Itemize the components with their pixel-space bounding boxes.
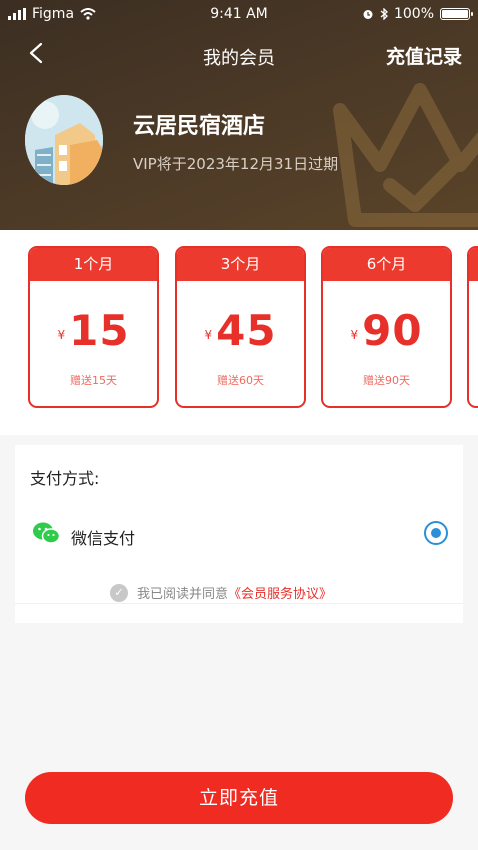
status-bar: Figma 9:41 AM 100% (0, 0, 478, 30)
hotel-avatar (25, 95, 103, 185)
payment-section: 支付方式: 微信支付 ✓ 我已阅读并同意 《会员服务协议》 (15, 445, 463, 623)
agreement-checkbox[interactable]: ✓ (110, 583, 128, 602)
building-illustration-icon (25, 95, 103, 185)
plan-duration: 3个月 (177, 248, 304, 281)
currency-symbol: ¥ (57, 328, 66, 342)
vip-expire-text: VIP将于2023年12月31日过期 (133, 155, 339, 173)
battery-icon (440, 8, 473, 20)
plan-duration: 1个月 (30, 248, 157, 281)
plan-card-3-months[interactable]: 3个月 ¥45 赠送60天 (175, 246, 306, 408)
wechat-pay-label: 微信支付 (71, 529, 136, 548)
plan-price: ¥90 (323, 306, 450, 355)
currency-symbol: ¥ (350, 328, 359, 342)
recharge-now-button[interactable]: 立即充值 (25, 772, 453, 824)
plan-price-value: 45 (216, 306, 277, 355)
plan-price-value: 15 (69, 306, 130, 355)
plan-gift: 赠送60天 (217, 374, 264, 387)
wechat-pay-icon (33, 522, 60, 544)
recharge-history-link[interactable]: 充值记录 (386, 42, 462, 69)
currency-symbol: ¥ (204, 328, 213, 342)
plan-card-1-month[interactable]: 1个月 ¥15 赠送15天 (28, 246, 159, 408)
plan-card-6-months[interactable]: 6个月 ¥90 赠送90天 (321, 246, 452, 408)
plan-duration: 6个月 (323, 248, 450, 281)
bluetooth-icon (380, 8, 388, 20)
app-screen: Figma 9:41 AM 100% 我的会员 充值记录 云居民宿酒店 VIP将… (0, 0, 478, 850)
member-header: Figma 9:41 AM 100% 我的会员 充值记录 云居民宿酒店 VIP将… (0, 0, 478, 230)
plan-price: ¥45 (177, 306, 304, 355)
crown-watermark-icon (333, 83, 478, 227)
plan-list: 1个月 ¥15 赠送15天 3个月 ¥45 赠送60天 6个月 ¥90 赠送90… (0, 230, 478, 435)
service-agreement-link[interactable]: 《会员服务协议》 (228, 583, 332, 602)
agreement-row: ✓ 我已阅读并同意 《会员服务协议》 (110, 583, 332, 602)
agreement-text: 我已阅读并同意 (137, 587, 229, 602)
plan-card-partial[interactable] (467, 246, 478, 408)
plan-price-value: 90 (362, 306, 423, 355)
divider (15, 603, 463, 604)
plan-gift: 赠送90天 (363, 374, 410, 387)
hotel-name: 云居民宿酒店 (133, 114, 266, 139)
plan-gift: 赠送15天 (70, 374, 117, 387)
plan-price: ¥15 (30, 306, 157, 355)
battery-percent: 100% (393, 6, 434, 22)
alarm-icon (363, 10, 373, 19)
wechat-pay-radio[interactable] (424, 521, 448, 545)
nav-bar: 我的会员 充值记录 (0, 34, 478, 74)
payment-method-label: 支付方式: (30, 469, 100, 488)
